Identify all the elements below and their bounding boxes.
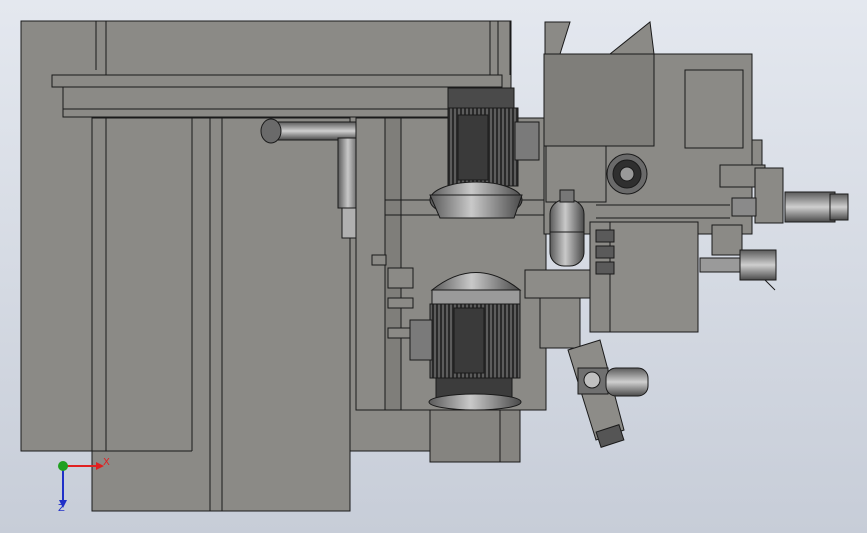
z-axis-label: Z (58, 503, 65, 514)
lower-base (91, 117, 351, 512)
horizontal-rail (51, 74, 503, 88)
x-axis-label: X (103, 457, 110, 468)
gear-window (606, 153, 648, 195)
right-spindle-lower (699, 249, 777, 291)
machine-frame (20, 20, 784, 512)
y-axis-dot (58, 461, 68, 471)
cad-drawing-canvas (20, 20, 849, 512)
motor-base-block (429, 409, 521, 463)
angled-drive-unit (567, 339, 649, 448)
coolant-pipe (269, 121, 361, 141)
